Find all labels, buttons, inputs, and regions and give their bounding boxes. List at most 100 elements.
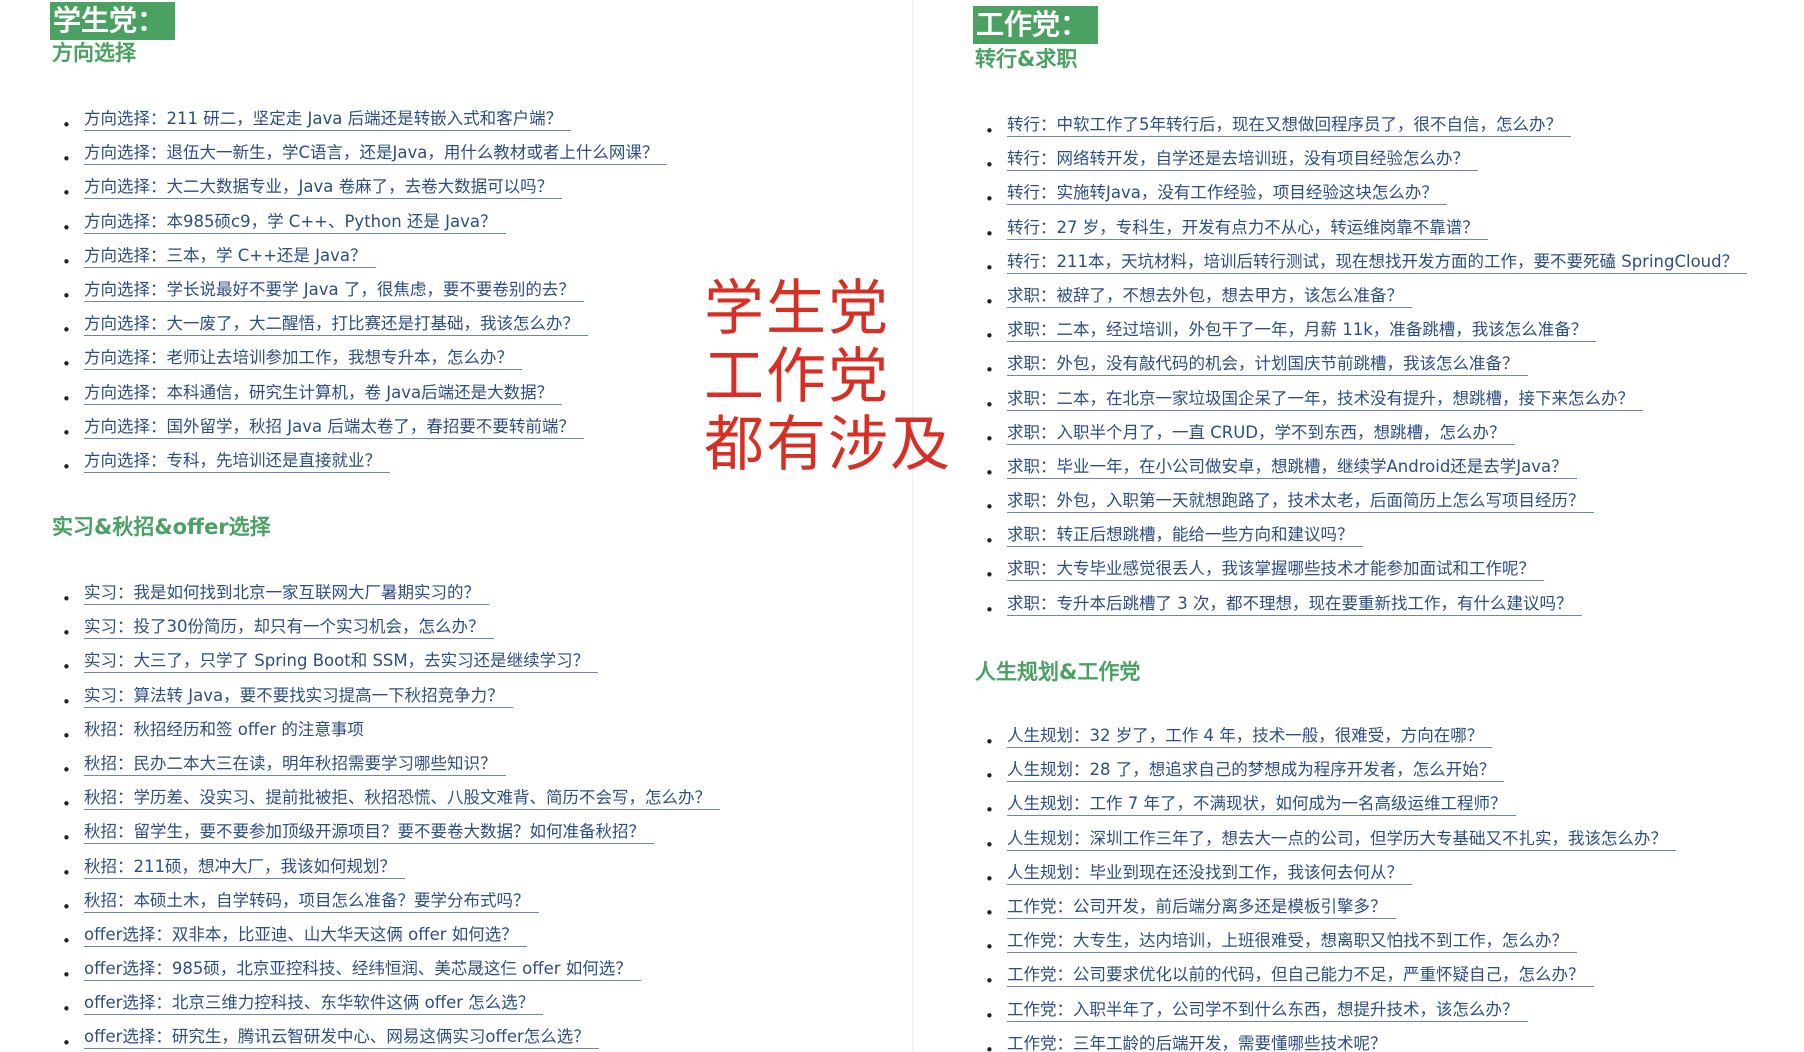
question-link[interactable]: 秋招：民办二本大三在读，明年秋招需要学习哪些知识？: [84, 753, 506, 776]
question-link[interactable]: 实习：大三了，只学了 Spring Boot和 SSM，去实习还是继续学习？: [84, 650, 599, 674]
student-column: 学生党： 方向选择 • 方向选择：211 研二，坚定走 Java 后端还是转嵌入式…: [0, 0, 905, 1052]
bullet-icon: •: [62, 1000, 71, 1019]
question-link[interactable]: 求职：二本，在北京一家垃圾国企呆了一年，技术没有提升，想跳槽，接下来怎么办？: [1007, 388, 1643, 411]
question-item: • 求职：入职半个月了，一直 CRUD，学不到东西，想跳槽，怎么办？: [985, 422, 1747, 456]
bullet-icon: •: [62, 829, 71, 848]
question-item: • 求职：专升本后跳槽了 3 次，都不理想，现在要重新找工作，有什么建议吗？: [985, 593, 1747, 627]
question-link[interactable]: 方向选择：国外留学，秋招 Java 后端太卷了，春招要不要转前端？: [84, 416, 584, 439]
question-link[interactable]: 求职：二本，经过培训，外包干了一年，月薪 11k，准备跳槽，我该怎么准备？: [1007, 319, 1597, 343]
question-item: • 工作党：大专生，达内培训，上班很难受，想离职又怕找不到工作，怎么办？: [985, 930, 1676, 964]
question-link[interactable]: 求职：毕业一年，在小公司做安卓，想跳槽，继续学Android还是去学Java？: [1007, 456, 1577, 479]
question-link[interactable]: 工作党：公司开发，前后端分离多还是模板引擎多？: [1007, 896, 1396, 919]
question-link[interactable]: 秋招：学历差、没实习、提前批被拒、秋招恐慌、八股文难背、简历不会写，怎么办？: [84, 787, 720, 811]
question-link[interactable]: 工作党：公司要求优化以前的代码，但自己能力不足，严重怀疑自己，怎么办？: [1007, 964, 1594, 988]
question-link[interactable]: 转行：实施转Java，没有工作经验，项目经验这块怎么办？: [1007, 182, 1447, 206]
question-link[interactable]: offer选择：研究生，腾讯云智研发中心、网易这俩实习offer怎么选？: [84, 1026, 599, 1050]
question-link[interactable]: 方向选择：211 研二，坚定走 Java 后端还是转嵌入式和客户端？: [84, 108, 572, 131]
question-item: • 方向选择：大二大数据专业，Java 卷麻了，去卷大数据可以吗？: [62, 176, 667, 210]
question-link[interactable]: 求职：外包，没有敲代码的机会，计划国庆节前跳槽，我该怎么准备？: [1007, 353, 1528, 377]
bullet-icon: •: [985, 292, 994, 311]
question-item: • 实习：算法转 Java，要不要找实习提高一下秋招竞争力？: [62, 685, 720, 719]
section-title-direction: 方向选择: [52, 41, 136, 65]
question-item: • 求职：转正后想跳槽，能给一些方向和建议吗？: [985, 524, 1747, 558]
question-link[interactable]: 人生规划：深圳工作三年了，想去大一点的公司，但学历大专基础又不扎实，我该怎么办？: [1007, 828, 1676, 851]
question-link[interactable]: 秋招：本硕土木，自学转码，项目怎么准备？要学分布式吗？: [84, 890, 539, 913]
bullet-icon: •: [985, 566, 994, 585]
question-link[interactable]: 人生规划：32 岁了，工作 4 年，技术一般，很难受，方向在哪？: [1007, 725, 1493, 748]
question-item: • 求职：外包，没有敲代码的机会，计划国庆节前跳槽，我该怎么准备？: [985, 353, 1747, 387]
question-link[interactable]: offer选择：双非本，比亚迪、山大华天这俩 offer 如何选？: [84, 924, 527, 947]
direction-question-list: • 方向选择：211 研二，坚定走 Java 后端还是转嵌入式和客户端？ • 方向选择…: [62, 108, 668, 484]
question-item: • 转行：中软工作了5年转行后，现在又想做回程序员了，很不自信，怎么办？: [985, 114, 1747, 148]
question-link[interactable]: 工作党：入职半年了，公司学不到什么东西，想提升技术，该怎么办？: [1007, 999, 1528, 1022]
question-link[interactable]: 求职：外包，入职第一天就想跑路了，技术太老，后面简历上怎么写项目经历？: [1007, 490, 1594, 514]
question-link[interactable]: 人生规划：毕业到现在还没找到工作，我该何去何从？: [1007, 862, 1412, 885]
bullet-icon: •: [62, 726, 71, 745]
question-item: • offer选择：研究生，腾讯云智研发中心、网易这俩实习offer怎么选？: [62, 1026, 720, 1052]
question-link[interactable]: 求职：被辞了，不想去外包，想去甲方，该怎么准备？: [1007, 285, 1412, 308]
question-link[interactable]: 方向选择：学长说最好不要学 Java 了，很焦虑，要不要卷别的去？: [84, 279, 584, 302]
question-item: • 方向选择：专科，先培训还是直接就业？: [62, 450, 667, 484]
bullet-icon: •: [985, 903, 994, 922]
question-item: • 人生规划：28 了，想追求自己的梦想成为程序开发者，怎么开始？: [985, 759, 1676, 793]
question-item: • 工作党：三年工龄的后端开发，需要懂哪些技术呢？: [985, 1033, 1676, 1052]
section-title-life-planning: 人生规划&工作党: [975, 660, 1141, 684]
bullet-icon: •: [62, 795, 71, 814]
bullet-icon: •: [62, 252, 71, 271]
question-link[interactable]: 方向选择：老师让去培训参加工作，我想专升本，怎么办？: [84, 347, 522, 371]
bullet-icon: •: [985, 156, 994, 175]
bullet-icon: •: [985, 224, 994, 243]
bullet-icon: •: [985, 190, 994, 209]
question-link[interactable]: 实习：算法转 Java，要不要找实习提高一下秋招竞争力？: [84, 685, 513, 708]
question-link[interactable]: 方向选择：大二大数据专业，Java 卷麻了，去卷大数据可以吗？: [84, 176, 563, 200]
bullet-icon: •: [985, 767, 994, 786]
question-link[interactable]: 转行：27 岁，专科生，开发有点力不从心，转运维岗靠不靠谱？: [1007, 217, 1488, 240]
question-link[interactable]: 方向选择：本985硕c9，学 C++、Python 还是 Java？: [84, 211, 506, 234]
worker-badge: 工作党：: [973, 6, 1099, 44]
question-link[interactable]: 人生规划：工作 7 年了，不满现状，如何成为一名高级运维工程师？: [1007, 793, 1516, 817]
question-link[interactable]: 求职：专升本后跳槽了 3 次，都不理想，现在要重新找工作，有什么建议吗？: [1007, 593, 1582, 616]
question-link[interactable]: 方向选择：三本，学 C++还是 Java？: [84, 245, 376, 268]
bullet-icon: •: [62, 116, 71, 134]
question-link[interactable]: 求职：转正后想跳槽，能给一些方向和建议吗？: [1007, 524, 1363, 548]
question-item: • 方向选择：大一废了，大二醒悟，打比赛还是打基础，我该怎么办？: [62, 313, 667, 347]
question-link[interactable]: 方向选择：退伍大一新生，学C语言，还是Java，用什么教材或者上什么网课？: [84, 142, 668, 166]
bullet-icon: •: [62, 658, 71, 677]
question-item: • 转行：27 岁，专科生，开发有点力不从心，转运维岗靠不靠谱？: [985, 217, 1747, 251]
question-link[interactable]: offer选择：北京三维力控科技、东华软件这俩 offer 怎么选？: [84, 992, 544, 1016]
question-item: • 人生规划：深圳工作三年了，想去大一点的公司，但学历大专基础又不扎实，我该怎么办…: [985, 828, 1676, 862]
bullet-icon: •: [985, 258, 994, 277]
question-link[interactable]: 求职：入职半个月了，一直 CRUD，学不到东西，想跳槽，怎么办？: [1007, 422, 1515, 445]
question-link[interactable]: 求职：大专毕业感觉很丢人，我该掌握哪些技术才能参加面试和工作呢？: [1007, 558, 1544, 582]
question-link[interactable]: 秋招：211硕，想冲大厂，我该如何规划？: [84, 856, 405, 879]
question-link[interactable]: offer选择：985硕，北京亚控科技、经纬恒润、美芯晟这仨 offer 如何选…: [84, 958, 641, 982]
question-item: • offer选择：双非本，比亚迪、山大华天这俩 offer 如何选？: [62, 924, 720, 958]
question-item: • 秋招：秋招经历和签 offer 的注意事项: [62, 719, 720, 753]
question-link[interactable]: 秋招：留学生，要不要参加顶级开源项目？要不要卷大数据？如何准备秋招？: [84, 821, 654, 845]
question-link[interactable]: 转行：211本，天坑材料，培训后转行测试，现在想找开发方面的工作，要不要死磕 S…: [1007, 251, 1748, 274]
coverage-note: 学生党 工作党 都有涉及: [704, 275, 952, 479]
bullet-icon: •: [62, 150, 71, 169]
coverage-note-line-2: 工作党: [704, 342, 890, 412]
question-link[interactable]: 实习：我是如何找到北京一家互联网大厂暑期实习的？: [84, 582, 489, 605]
question-link[interactable]: 转行：网络转开发，自学还是去培训班，没有项目经验怎么办？: [1007, 148, 1478, 172]
question-item: • 方向选择：老师让去培训参加工作，我想专升本，怎么办？: [62, 347, 667, 381]
bullet-icon: •: [985, 972, 994, 991]
life-planning-question-list: • 人生规划：32 岁了，工作 4 年，技术一般，很难受，方向在哪？ • 人生规划：2…: [985, 725, 1676, 1052]
question-link[interactable]: 方向选择：本科通信，研究生计算机，卷 Java后端还是大数据？: [84, 382, 563, 405]
bullet-icon: •: [62, 184, 71, 203]
question-link[interactable]: 工作党：三年工龄的后端开发，需要懂哪些技术呢？: [1007, 1033, 1396, 1052]
question-link[interactable]: 转行：中软工作了5年转行后，现在又想做回程序员了，很不自信，怎么办？: [1007, 114, 1571, 137]
question-link[interactable]: 方向选择：大一废了，大二醒悟，打比赛还是打基础，我该怎么办？: [84, 313, 588, 337]
question-link[interactable]: 工作党：大专生，达内培训，上班很难受，想离职又怕找不到工作，怎么办？: [1007, 930, 1577, 954]
question-item: • 工作党：入职半年了，公司学不到什么东西，想提升技术，该怎么办？: [985, 999, 1676, 1033]
bullet-icon: •: [985, 733, 994, 751]
bullet-icon: •: [62, 760, 71, 779]
question-item: • 实习：大三了，只学了 Spring Boot和 SSM，去实习还是继续学习？: [62, 650, 720, 684]
question-link[interactable]: 方向选择：专科，先培训还是直接就业？: [84, 450, 390, 473]
question-link[interactable]: 实习：投了30份简历，却只有一个实习机会，怎么办？: [84, 616, 494, 640]
student-badge: 学生党：: [50, 2, 176, 40]
question-item: • 转行：网络转开发，自学还是去培训班，没有项目经验怎么办？: [985, 148, 1747, 182]
section-title-internship: 实习&秋招&offer选择: [52, 515, 271, 539]
question-link[interactable]: 人生规划：28 了，想追求自己的梦想成为程序开发者，怎么开始？: [1007, 759, 1505, 783]
